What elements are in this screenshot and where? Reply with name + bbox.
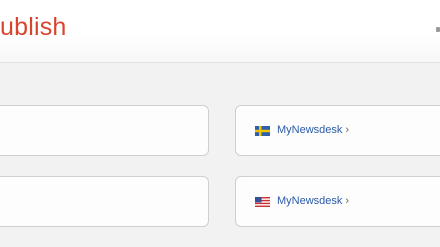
logo-text[interactable]: ublish (0, 10, 67, 44)
newsroom-card-sweden: MyNewsdesk › (235, 105, 440, 156)
mynewsdesk-link-sweden[interactable]: MyNewsdesk › (255, 124, 349, 137)
header-menu-icon[interactable] (436, 27, 440, 32)
link-label: MyNewsdesk (277, 124, 343, 136)
chevron-right-icon: › (345, 124, 350, 136)
link-label: MyNewsdesk (277, 195, 343, 207)
empty-card-left-1 (0, 105, 209, 156)
site-header: ublish (0, 0, 440, 63)
usa-flag-icon (255, 196, 270, 207)
newsroom-card-usa: MyNewsdesk › (235, 176, 440, 227)
sweden-flag-icon (255, 125, 270, 136)
empty-card-left-2 (0, 176, 209, 227)
mynewsdesk-link-usa[interactable]: MyNewsdesk › (255, 195, 349, 208)
chevron-right-icon: › (345, 195, 350, 207)
